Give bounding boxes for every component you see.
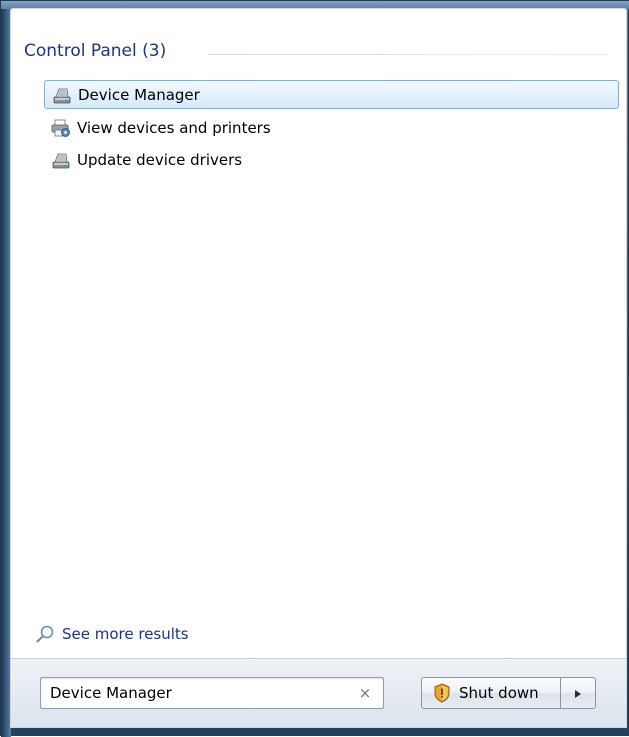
shield-icon: [432, 683, 452, 703]
result-group-header: Control Panel (3): [24, 40, 609, 62]
result-item-label: View devices and printers: [77, 118, 271, 137]
shutdown-split-button: Shut down: [421, 677, 597, 709]
search-box[interactable]: ×: [40, 677, 384, 709]
result-item-device-manager[interactable]: Device Manager: [44, 80, 619, 109]
device-manager-icon: [51, 84, 73, 106]
shutdown-label: Shut down: [459, 684, 539, 702]
chevron-right-icon: [574, 684, 582, 703]
group-divider: [208, 54, 608, 55]
result-item-update-device-drivers[interactable]: Update device drivers: [44, 145, 619, 174]
see-more-label: See more results: [62, 625, 189, 643]
group-title[interactable]: Control Panel (3): [24, 40, 166, 62]
search-icon: [34, 623, 56, 645]
shutdown-options-button[interactable]: [560, 677, 596, 709]
see-more-results-link[interactable]: See more results: [34, 622, 189, 646]
devices-printers-icon: [50, 117, 72, 139]
device-manager-icon: [50, 149, 72, 171]
shutdown-button[interactable]: Shut down: [421, 677, 561, 709]
clear-search-icon[interactable]: ×: [357, 684, 373, 702]
result-item-label: Device Manager: [78, 85, 200, 104]
result-item-label: Update device drivers: [77, 150, 243, 169]
result-item-view-devices-printers[interactable]: View devices and printers: [44, 113, 619, 142]
search-input[interactable]: [50, 678, 350, 708]
